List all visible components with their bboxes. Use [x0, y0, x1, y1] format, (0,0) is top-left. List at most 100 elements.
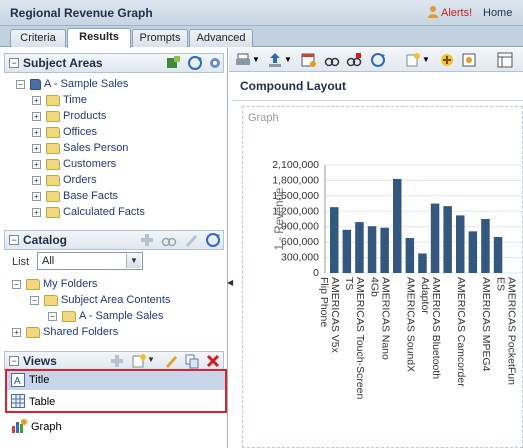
list-label: List	[12, 256, 30, 268]
expand-icon[interactable]: +	[32, 159, 41, 169]
tree-label: Subject Area Contents	[61, 294, 171, 306]
tab-results[interactable]: Results	[67, 28, 131, 48]
collapse-icon[interactable]: −	[9, 356, 19, 366]
x-tick-label: AMERICAS PocketFunES	[494, 277, 517, 385]
x-tick-label: AMERICAS Camcorder	[455, 277, 467, 387]
tree-label: Offices	[63, 126, 98, 138]
tab-bar: Criteria Results Prompts Advanced	[0, 26, 523, 48]
chevron-down-icon[interactable]: ▼	[126, 254, 141, 268]
tree-item-shared-folders[interactable]: + Shared Folders	[12, 324, 118, 340]
collapse-icon[interactable]: −	[9, 235, 19, 245]
add-icon[interactable]	[139, 232, 155, 248]
tree-item[interactable]: + Calculated Facts	[32, 204, 145, 220]
subject-areas-title: Subject Areas	[23, 56, 103, 70]
tree-label: Products	[63, 110, 107, 122]
search-icon[interactable]	[161, 232, 177, 248]
print-icon[interactable]	[235, 52, 251, 68]
chart-bar	[456, 215, 465, 273]
expand-icon[interactable]: +	[32, 175, 41, 185]
view-item-table[interactable]: Table	[7, 392, 225, 411]
expand-icon[interactable]: +	[32, 191, 41, 201]
expand-icon[interactable]: +	[32, 143, 41, 153]
tree-item-subject-area-contents[interactable]: − Subject Area Contents	[30, 292, 170, 308]
y-tick-label: 600,000	[281, 236, 319, 248]
y-tick-label: 300,000	[281, 252, 319, 264]
graph-view[interactable]: Graph 0 300,000 600,000 900,000 1,200,000 1,5…	[242, 106, 523, 448]
subject-area-icon	[30, 78, 41, 90]
chevron-down-icon[interactable]: ▼	[147, 355, 155, 364]
tree-item[interactable]: + Sales Person	[32, 140, 128, 156]
new-view-icon[interactable]	[405, 52, 421, 68]
alert-icon[interactable]	[426, 5, 440, 19]
chart-bar	[405, 238, 415, 273]
add-icon[interactable]	[109, 353, 125, 369]
add-subject-area-icon[interactable]	[165, 55, 181, 71]
chevron-down-icon[interactable]: ▼	[422, 55, 430, 64]
expand-icon[interactable]: +	[32, 111, 41, 121]
catalog-title: Catalog	[23, 233, 68, 247]
tree-item[interactable]: + Base Facts	[32, 188, 118, 204]
expand-icon[interactable]: +	[12, 327, 21, 337]
schedule-icon[interactable]	[301, 52, 317, 68]
collapse-icon[interactable]: −	[30, 295, 39, 305]
tree-label: Sales Person	[63, 142, 129, 154]
tree-item[interactable]: + Time	[32, 92, 87, 108]
tab-criteria[interactable]: Criteria	[10, 29, 66, 47]
view-item-title[interactable]: A Title	[7, 371, 225, 390]
tree-item[interactable]: + Products	[32, 108, 106, 124]
folder-icon	[46, 158, 60, 170]
tree-item[interactable]: + Orders	[32, 172, 97, 188]
home-link[interactable]: Home	[483, 7, 512, 19]
collapse-icon[interactable]: −	[16, 79, 25, 89]
chart-bar	[481, 219, 490, 273]
chart-bar	[355, 222, 364, 273]
tree-item[interactable]: + Customers	[32, 156, 116, 172]
tree-item-sample-sales[interactable]: − A - Sample Sales	[48, 308, 163, 324]
refresh-icon[interactable]	[187, 55, 203, 71]
chart-bar	[430, 203, 440, 273]
chevron-down-icon[interactable]: ▼	[284, 55, 292, 64]
tab-advanced[interactable]: Advanced	[189, 29, 253, 47]
refresh-icon[interactable]	[370, 52, 386, 68]
chevron-down-icon[interactable]: ▼	[252, 55, 260, 64]
chart-bar	[367, 226, 377, 273]
tree-item[interactable]: + Offices	[32, 124, 97, 140]
view-item-graph[interactable]: Graph	[7, 417, 225, 436]
folder-icon	[46, 190, 60, 202]
chart-bar	[443, 206, 452, 273]
tree-label: My Folders	[43, 278, 98, 290]
filter-icon[interactable]	[346, 52, 362, 68]
duplicate-icon[interactable]	[184, 353, 200, 369]
properties-icon[interactable]	[461, 52, 477, 68]
collapse-icon[interactable]: −	[9, 58, 19, 68]
delete-icon[interactable]	[205, 353, 221, 369]
alerts-link[interactable]: Alerts!	[441, 7, 472, 19]
list-select[interactable]: All ▼	[37, 252, 143, 270]
x-tick-label: AMERICAS SoundX	[405, 277, 417, 372]
preview-icon[interactable]	[324, 52, 340, 68]
add-prompt-icon[interactable]	[439, 52, 455, 68]
expand-icon[interactable]: +	[32, 127, 41, 137]
export-icon[interactable]	[267, 52, 283, 68]
tab-prompts[interactable]: Prompts	[132, 29, 188, 47]
x-tick-label: AMERICAS BluetoothAdaptor	[419, 277, 442, 379]
y-tick-label: 1,800,000	[272, 174, 319, 186]
tree-root-sample-sales[interactable]: − A - Sample Sales	[16, 76, 128, 92]
expand-icon[interactable]: +	[32, 207, 41, 217]
edit-icon[interactable]	[163, 353, 179, 369]
expand-icon[interactable]: +	[32, 95, 41, 105]
view-label: Title	[29, 374, 50, 386]
new-view-icon[interactable]	[131, 353, 147, 369]
left-pane: − Subject Areas − A - Sample Sales + Time …	[0, 48, 228, 448]
layout-icon[interactable]	[497, 52, 513, 68]
folder-icon	[62, 310, 76, 322]
edit-icon[interactable]	[183, 232, 199, 248]
refresh-icon[interactable]	[205, 232, 221, 248]
tree-label: Shared Folders	[43, 326, 119, 338]
collapse-icon[interactable]: −	[12, 279, 21, 289]
catalog-header: − Catalog	[4, 230, 224, 250]
table-view-icon	[11, 394, 25, 408]
collapse-icon[interactable]: −	[48, 311, 57, 321]
settings-icon[interactable]	[207, 55, 223, 71]
tree-item-my-folders[interactable]: − My Folders	[12, 276, 97, 292]
